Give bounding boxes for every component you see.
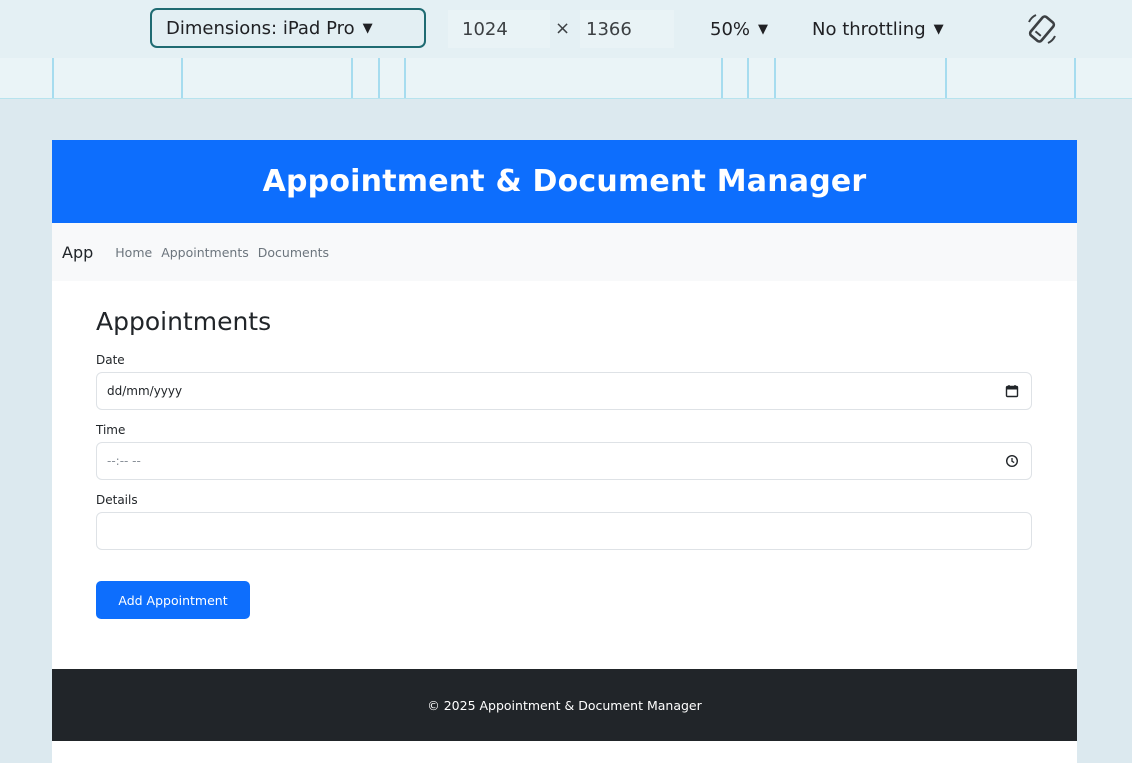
dropdown-caret-icon: ▼ xyxy=(933,21,944,37)
navbar-brand[interactable]: App xyxy=(62,243,93,262)
nav-link-home[interactable]: Home xyxy=(115,245,152,260)
time-placeholder: --:-- -- xyxy=(107,454,141,468)
ruler-mark[interactable] xyxy=(945,58,947,98)
rotate-icon[interactable] xyxy=(1025,12,1059,46)
clock-icon[interactable] xyxy=(1005,454,1019,468)
dropdown-caret-icon: ▼ xyxy=(362,20,373,36)
ruler-mark[interactable] xyxy=(351,58,353,98)
appointments-section: Appointments Date dd/mm/yyyy Time --:-- … xyxy=(52,281,1077,619)
height-input[interactable]: 1366 xyxy=(580,10,674,48)
ruler-mark[interactable] xyxy=(747,58,749,98)
height-value: 1366 xyxy=(586,18,632,40)
device-toolbar: Dimensions: iPad Pro ▼ 1024 × 1366 50% ▼… xyxy=(0,0,1132,58)
width-input[interactable]: 1024 xyxy=(448,10,550,48)
dimensions-dropdown[interactable]: Dimensions: iPad Pro ▼ xyxy=(150,8,426,48)
ruler-mark[interactable] xyxy=(181,58,183,98)
ruler-mark[interactable] xyxy=(378,58,380,98)
ruler-mark[interactable] xyxy=(52,58,54,98)
times-icon: × xyxy=(555,18,571,39)
throttling-dropdown[interactable]: No throttling ▼ xyxy=(812,10,944,48)
ruler-mark[interactable] xyxy=(721,58,723,98)
dimensions-label: Dimensions: iPad Pro xyxy=(166,17,355,39)
media-query-ruler xyxy=(0,58,1132,99)
add-appointment-button[interactable]: Add Appointment xyxy=(96,581,250,619)
time-group: Time --:-- -- xyxy=(96,423,1033,480)
navbar: App Home Appointments Documents xyxy=(52,223,1077,281)
throttling-value: No throttling xyxy=(812,18,926,40)
nav-link-documents[interactable]: Documents xyxy=(258,245,329,260)
details-group: Details xyxy=(96,493,1033,550)
date-input[interactable]: dd/mm/yyyy xyxy=(96,372,1032,410)
width-value: 1024 xyxy=(462,18,508,40)
date-label: Date xyxy=(96,353,125,367)
zoom-dropdown[interactable]: 50% ▼ xyxy=(710,10,768,48)
details-input[interactable] xyxy=(96,512,1032,550)
dropdown-caret-icon: ▼ xyxy=(758,21,769,37)
nav-link-appointments[interactable]: Appointments xyxy=(161,245,249,260)
date-placeholder: dd/mm/yyyy xyxy=(107,384,183,398)
date-group: Date dd/mm/yyyy xyxy=(96,353,1033,410)
zoom-value: 50% xyxy=(710,18,751,40)
footer-text: © 2025 Appointment & Document Manager xyxy=(427,697,702,713)
details-label: Details xyxy=(96,493,138,507)
ruler-mark[interactable] xyxy=(774,58,776,98)
time-label: Time xyxy=(96,423,126,437)
site-footer: © 2025 Appointment & Document Manager xyxy=(52,669,1077,741)
ruler-mark[interactable] xyxy=(404,58,406,98)
time-input[interactable]: --:-- -- xyxy=(96,442,1032,480)
site-header: Appointment & Document Manager xyxy=(52,140,1077,223)
site-title: Appointment & Document Manager xyxy=(262,164,867,199)
section-title: Appointments xyxy=(96,307,272,336)
calendar-icon[interactable] xyxy=(1005,384,1019,398)
ruler-mark[interactable] xyxy=(1074,58,1076,98)
emulated-page: Appointment & Document Manager App Home … xyxy=(52,140,1077,763)
